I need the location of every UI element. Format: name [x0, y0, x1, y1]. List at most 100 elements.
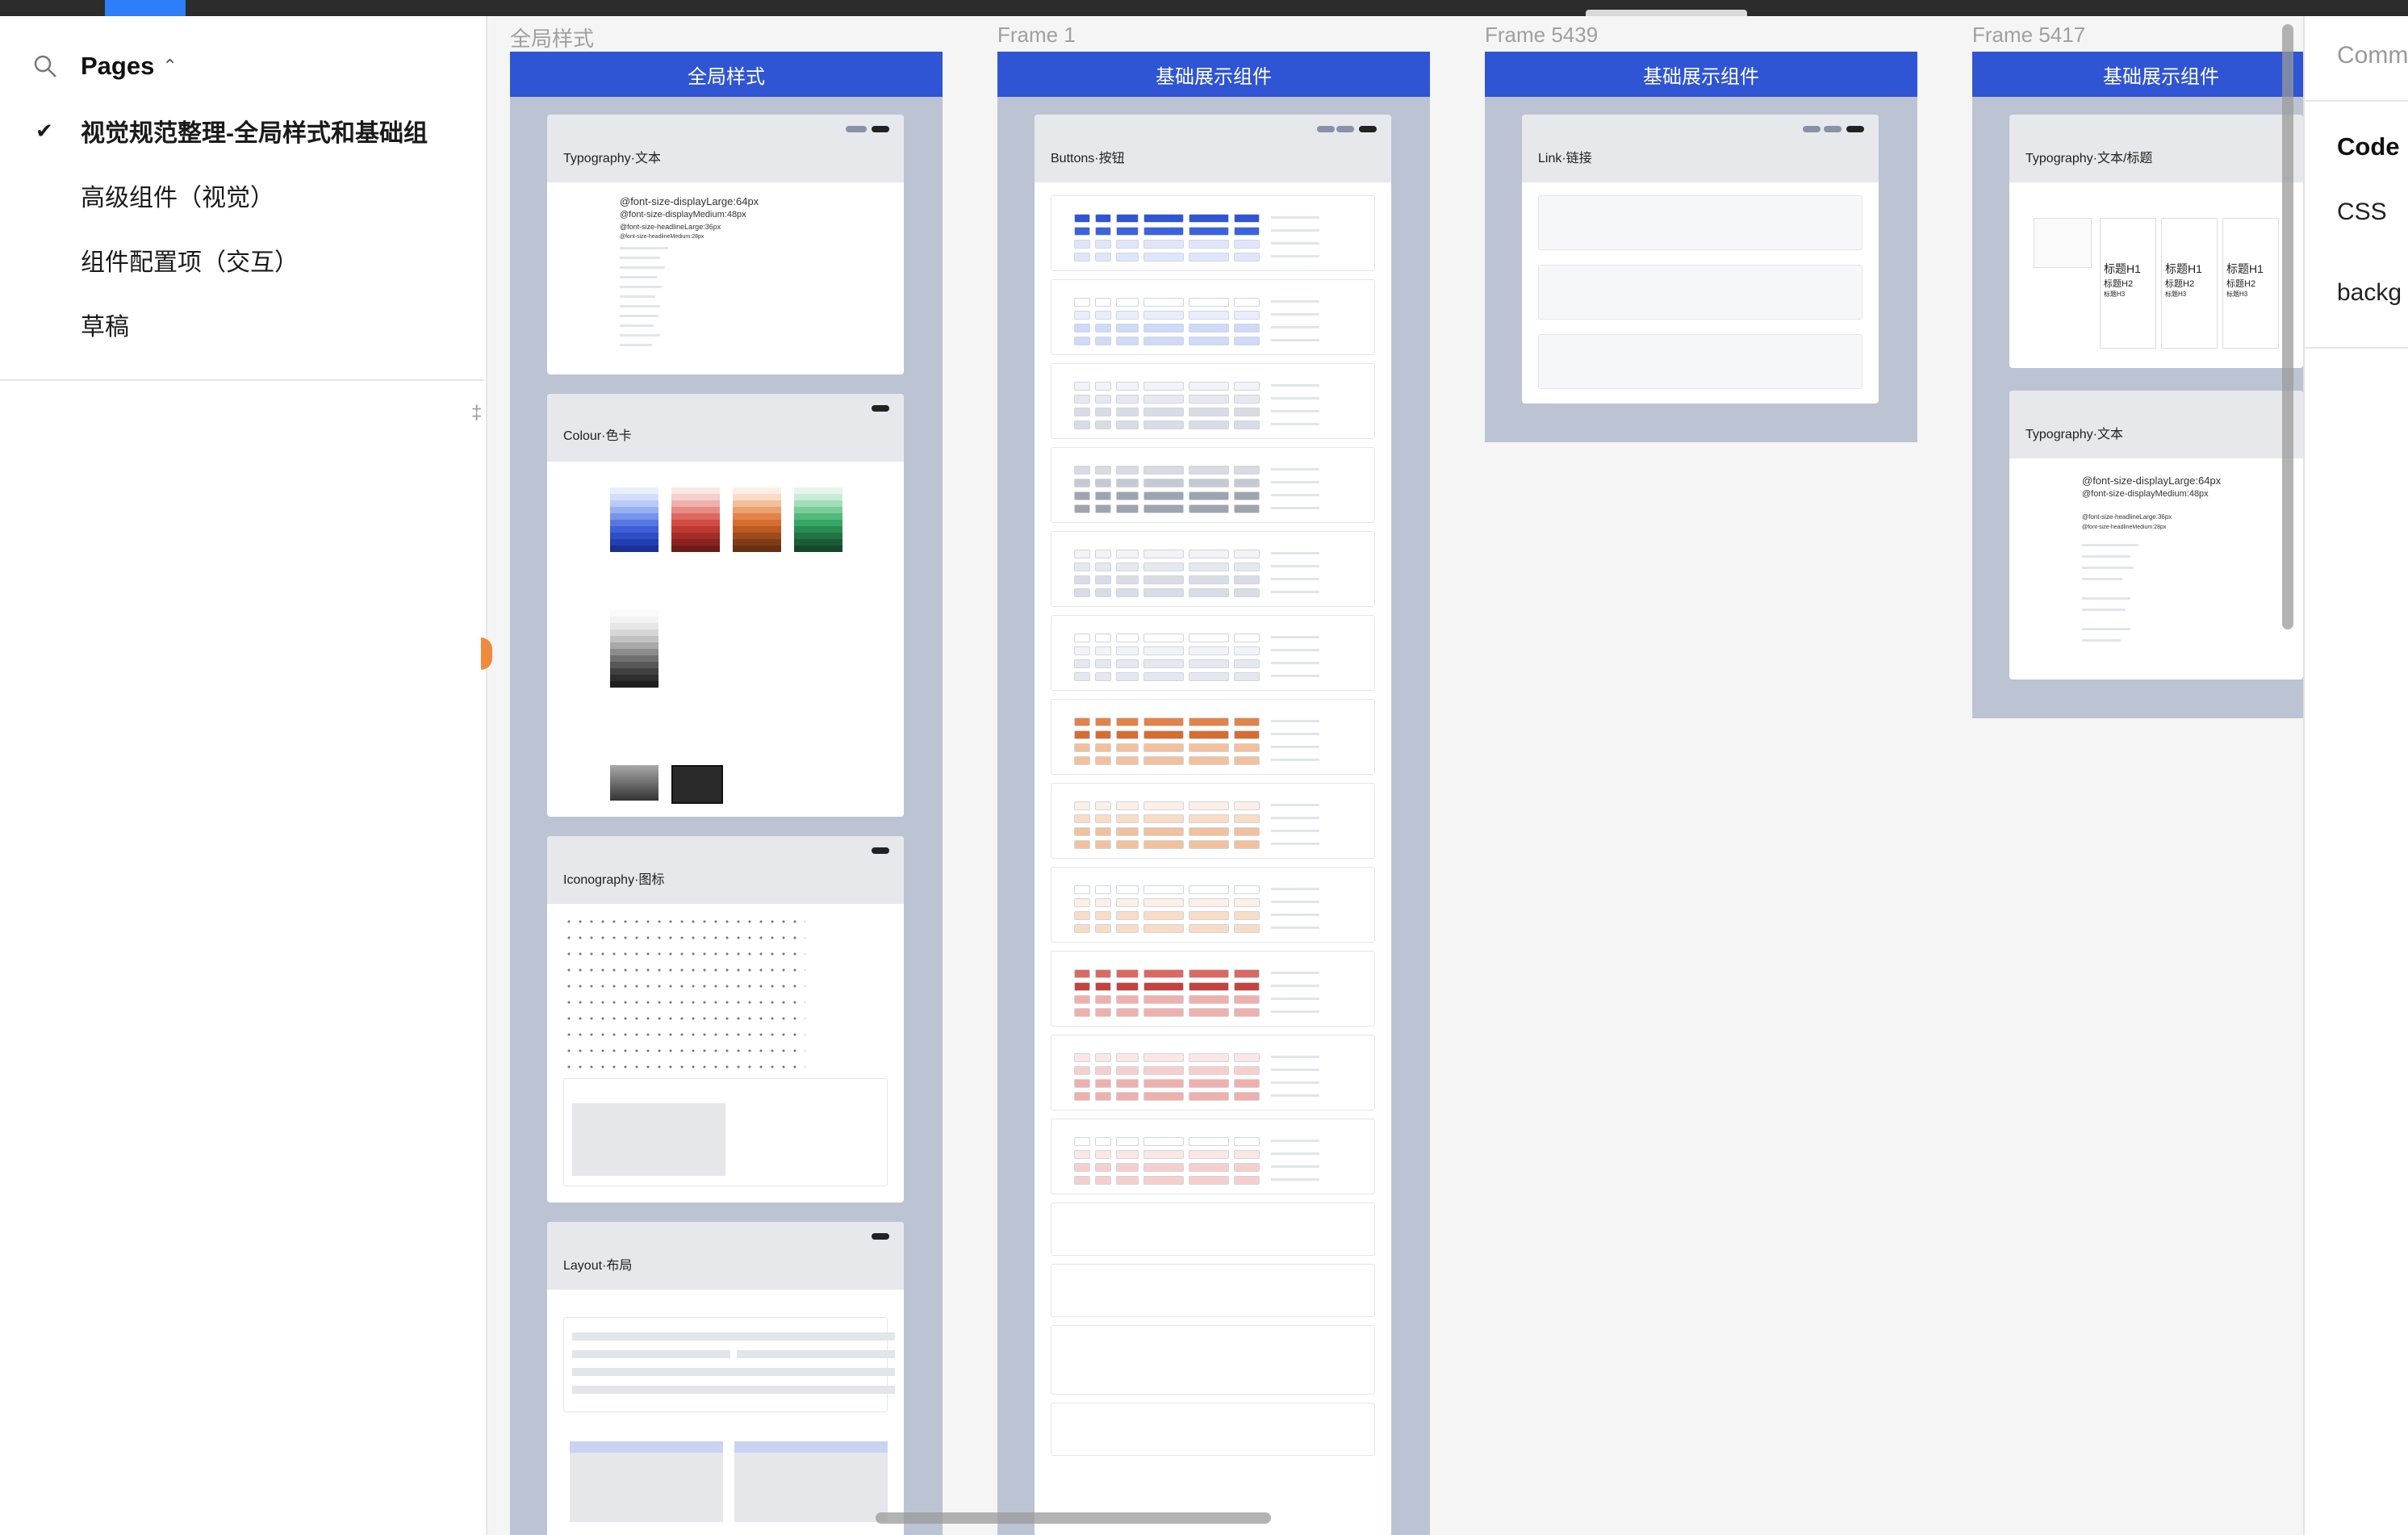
- design-canvas[interactable]: 全局样式 Frame 1 Frame 5439 Frame 5417 全局样式 …: [487, 16, 2303, 1535]
- button-sample: [1074, 408, 1090, 416]
- button-sample: [1234, 924, 1260, 933]
- heading-sample: 标题H1: [2165, 262, 2202, 275]
- card-iconography[interactable]: Iconography·图标: [547, 836, 904, 1202]
- button-sample: [1074, 563, 1090, 571]
- text-line: [2082, 609, 2126, 611]
- tab-comments[interactable]: Comm: [2337, 42, 2408, 69]
- button-sample: [1095, 672, 1111, 681]
- button-sample: [1095, 1150, 1111, 1159]
- button-sample: [1143, 717, 1184, 726]
- button-sample: [1234, 240, 1260, 249]
- icon-construction-diagram: [572, 1103, 725, 1176]
- button-sample: [1095, 634, 1111, 642]
- card-title: Iconography·图标: [563, 873, 665, 887]
- button-sample: [1116, 1150, 1139, 1159]
- text-line: [1271, 675, 1319, 677]
- button-sample: [1234, 588, 1260, 597]
- button-sample: [1234, 801, 1260, 810]
- text-line: [1271, 1094, 1319, 1097]
- button-sample: [1234, 420, 1260, 429]
- frame-5439[interactable]: 基础展示组件 Link·链接: [1485, 52, 1917, 442]
- card-layout[interactable]: Layout·布局: [547, 1222, 904, 1535]
- button-sample: [1116, 1176, 1139, 1185]
- button-sample: [1189, 646, 1229, 655]
- button-sample: [1074, 479, 1090, 487]
- tag: [1803, 126, 1821, 132]
- button-sample: [1116, 408, 1139, 416]
- css-language-select[interactable]: CSS ⌄: [2337, 199, 2408, 226]
- button-sample: [1074, 898, 1090, 907]
- button-sample: [1095, 730, 1111, 739]
- button-sample: [1074, 1137, 1090, 1146]
- button-sample: [1074, 466, 1090, 475]
- button-variant-group: [1051, 1403, 1375, 1456]
- active-toolbar-tab[interactable]: [105, 0, 186, 16]
- icon-spec-box: [563, 1078, 888, 1186]
- text-line: [1271, 468, 1319, 471]
- button-sample: [1143, 408, 1184, 416]
- card-typography-text[interactable]: Typography·文本 @font-size-displayLarge:64…: [2009, 391, 2303, 680]
- button-sample: [1234, 827, 1260, 836]
- button-sample: [1095, 898, 1111, 907]
- button-sample: [1189, 1008, 1229, 1017]
- pages-label: Pages: [81, 52, 155, 80]
- type-sample: @font-size-displayMedium:48px: [620, 210, 746, 220]
- page-item-global-styles[interactable]: ✔ 视觉规范整理-全局样式和基础组: [0, 107, 484, 155]
- text-line: [2082, 628, 2130, 630]
- button-sample: [1074, 1092, 1090, 1101]
- page-item-advanced-visual[interactable]: 高级组件（视觉）: [0, 171, 484, 220]
- resize-handle-icon[interactable]: ‡: [471, 402, 482, 426]
- button-sample: [1234, 504, 1260, 513]
- button-variant-group: [1051, 363, 1375, 439]
- horizontal-scrollbar[interactable]: [876, 1512, 1271, 1524]
- button-sample: [1143, 1137, 1184, 1146]
- button-sample: [1234, 634, 1260, 642]
- text-line: [1271, 843, 1319, 845]
- pages-header[interactable]: Pages ⌃: [32, 50, 178, 82]
- button-sample: [1116, 1163, 1139, 1172]
- text-line: [1271, 1069, 1319, 1071]
- card-link[interactable]: Link·链接: [1522, 115, 1879, 404]
- button-sample: [1143, 1066, 1184, 1075]
- card-title: Typography·文本/标题: [2025, 152, 2153, 165]
- frame-label[interactable]: Frame 5417: [1972, 23, 2085, 48]
- frame-global-styles[interactable]: 全局样式 Typography·文本 @font-size-displayLar…: [510, 52, 943, 1535]
- button-sample: [1143, 982, 1184, 991]
- button-sample: [1116, 324, 1139, 333]
- button-sample: [1143, 337, 1184, 345]
- button-sample: [1234, 395, 1260, 404]
- button-sample: [1234, 659, 1260, 668]
- button-variant-group: [1051, 447, 1375, 523]
- button-sample: [1116, 491, 1139, 500]
- link-example-box: [1538, 265, 1862, 320]
- button-sample: [1234, 1053, 1260, 1062]
- button-sample: [1074, 382, 1090, 391]
- button-sample: [1095, 324, 1111, 333]
- button-sample: [1189, 1137, 1229, 1146]
- frame-5417[interactable]: 基础展示组件 Typography·文本/标题 标题H1 标题H2 标题H3 标…: [1972, 52, 2303, 718]
- button-sample: [1189, 814, 1229, 823]
- page-item-drafts[interactable]: 草稿: [0, 300, 484, 349]
- chevron-up-icon[interactable]: ⌃: [162, 56, 177, 77]
- card-typography[interactable]: Typography·文本 @font-size-displayLarge:64…: [547, 115, 904, 374]
- button-sample: [1143, 253, 1184, 261]
- vertical-scrollbar[interactable]: [2282, 24, 2293, 629]
- button-sample: [1189, 1092, 1229, 1101]
- button-sample: [1189, 672, 1229, 681]
- card-typography-heading[interactable]: Typography·文本/标题 标题H1 标题H2 标题H3 标题H1 标题H…: [2009, 115, 2303, 368]
- button-sample: [1095, 408, 1111, 416]
- card-colour[interactable]: Colour·色卡: [547, 394, 904, 817]
- frame-label[interactable]: 全局样式: [510, 23, 594, 52]
- button-sample: [1234, 814, 1260, 823]
- page-item-config-interaction[interactable]: 组件配置项（交互）: [0, 236, 484, 284]
- button-sample: [1143, 672, 1184, 681]
- search-icon[interactable]: [32, 53, 58, 79]
- card-buttons[interactable]: Buttons·按钮: [1035, 115, 1391, 1535]
- frame-label[interactable]: Frame 1: [997, 23, 1076, 48]
- button-sample: [1143, 479, 1184, 487]
- text-line: [1271, 972, 1319, 974]
- frame-1[interactable]: 基础展示组件 Buttons·按钮: [997, 52, 1430, 1535]
- text-line: [1271, 242, 1319, 245]
- frame-label[interactable]: Frame 5439: [1485, 23, 1598, 48]
- button-sample: [1116, 717, 1139, 726]
